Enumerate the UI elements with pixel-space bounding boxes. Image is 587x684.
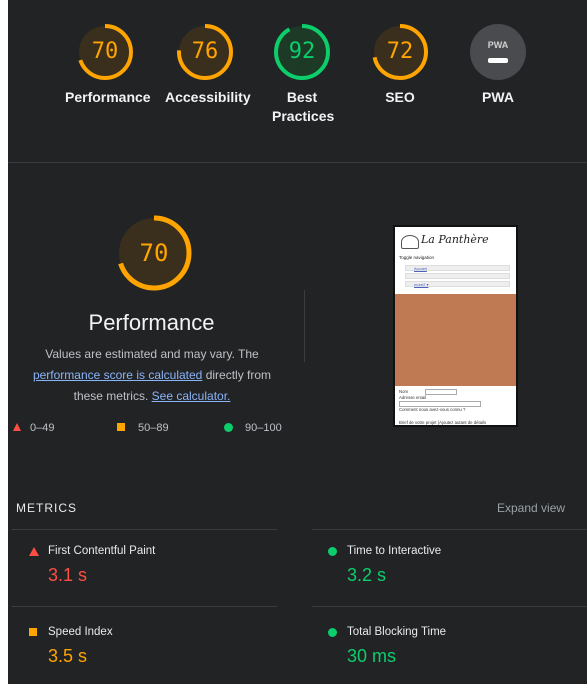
- gauge-label: SEO: [385, 89, 415, 105]
- metric-value: 3.1 s: [48, 565, 88, 585]
- legend-average: 50–89: [138, 422, 169, 434]
- metric-label: Time to Interactive: [347, 545, 442, 557]
- site-logo-icon: [401, 235, 419, 249]
- pass-circle-icon: [328, 547, 337, 556]
- final-screenshot[interactable]: La Panthère Toggle navigation Accueil mo…: [393, 225, 518, 427]
- gauge-label: PWA: [482, 89, 514, 105]
- metric-label: Speed Index: [48, 626, 113, 638]
- metrics-divider: [312, 529, 587, 530]
- lighthouse-report: 70 Performance 76 Accessibility 92 Best …: [8, 0, 587, 684]
- pwa-badge-text: PWA: [488, 40, 509, 50]
- pwa-icon: PWA: [470, 24, 526, 80]
- legend-pass: 90–100: [245, 422, 282, 434]
- nav-item: more2 ▾: [405, 281, 510, 287]
- score-calculated-link[interactable]: performance score is calculated: [33, 368, 202, 382]
- nav-item: Accueil: [405, 265, 510, 271]
- form-label-email: Adresse email: [399, 395, 427, 400]
- pass-circle-icon: [328, 628, 337, 637]
- pass-circle-icon: [224, 423, 233, 432]
- gauge-score: 76: [191, 39, 219, 64]
- performance-title: Performance: [88, 310, 215, 335]
- site-title: La Panthère: [421, 233, 489, 246]
- performance-note: Values are estimated and may vary. The p…: [22, 344, 282, 407]
- legend-fail: 0–49: [30, 422, 55, 434]
- average-square-icon: [117, 423, 125, 431]
- metric-first-contentful-paint: First Contentful Paint 3.1 s: [26, 545, 286, 585]
- header-divider: [8, 162, 587, 163]
- gauge-performance[interactable]: 70 Performance: [65, 22, 151, 107]
- average-square-icon: [29, 628, 37, 636]
- metrics-divider: [312, 606, 587, 607]
- performance-score: 70: [139, 239, 169, 267]
- metric-speed-index: Speed Index 3.5 s: [26, 626, 286, 666]
- fail-triangle-icon: [29, 547, 39, 556]
- metric-value: 30 ms: [347, 646, 397, 666]
- see-calculator-link[interactable]: See calculator.: [152, 389, 231, 403]
- gauge-score: 70: [91, 39, 119, 64]
- gauge-accessibility[interactable]: 76 Accessibility: [165, 22, 251, 107]
- nav-item: [405, 273, 510, 279]
- gauge-label: Best Practices: [272, 89, 335, 124]
- gauge-seo[interactable]: 72 SEO: [360, 22, 440, 107]
- metrics-heading: METRICS: [16, 501, 77, 515]
- form-label-how: Comment nous avez-vous connu ?: [399, 407, 466, 412]
- gauge-score: 72: [386, 39, 414, 64]
- form-label-brief: Brief de votre projet (Ajoutez autant de…: [399, 420, 487, 425]
- note-text: Values are estimated and may vary. The: [45, 347, 259, 361]
- performance-gauge: 70: [114, 213, 194, 293]
- gauge-score: 92: [288, 39, 316, 64]
- metric-total-blocking-time: Total Blocking Time 30 ms: [325, 626, 585, 666]
- gauge-best-practices[interactable]: 92 Best Practices: [262, 22, 342, 126]
- form-field-name: [425, 389, 457, 395]
- toggle-navigation: Toggle navigation: [399, 255, 435, 260]
- metric-time-to-interactive: Time to Interactive 3.2 s: [325, 545, 585, 585]
- fail-triangle-icon: [13, 423, 21, 431]
- vertical-divider: [304, 290, 305, 362]
- gauge-label: Performance: [65, 89, 151, 105]
- metric-label: Total Blocking Time: [347, 626, 447, 638]
- metric-label: First Contentful Paint: [48, 545, 156, 557]
- metrics-divider: [12, 529, 277, 530]
- metric-value: 3.5 s: [48, 646, 88, 666]
- hero-image: [395, 294, 516, 386]
- gauge-pwa[interactable]: PWA PWA: [458, 22, 538, 107]
- metric-value: 3.2 s: [347, 565, 387, 585]
- gauge-label: Accessibility: [165, 89, 251, 105]
- metrics-divider: [12, 606, 277, 607]
- expand-view-button[interactable]: Expand view: [497, 501, 565, 515]
- form-label-name: Nom: [399, 389, 409, 394]
